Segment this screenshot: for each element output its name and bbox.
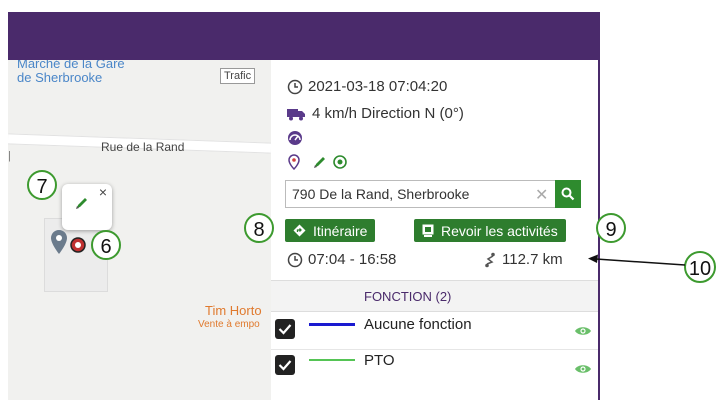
callout-arrow (588, 254, 686, 266)
